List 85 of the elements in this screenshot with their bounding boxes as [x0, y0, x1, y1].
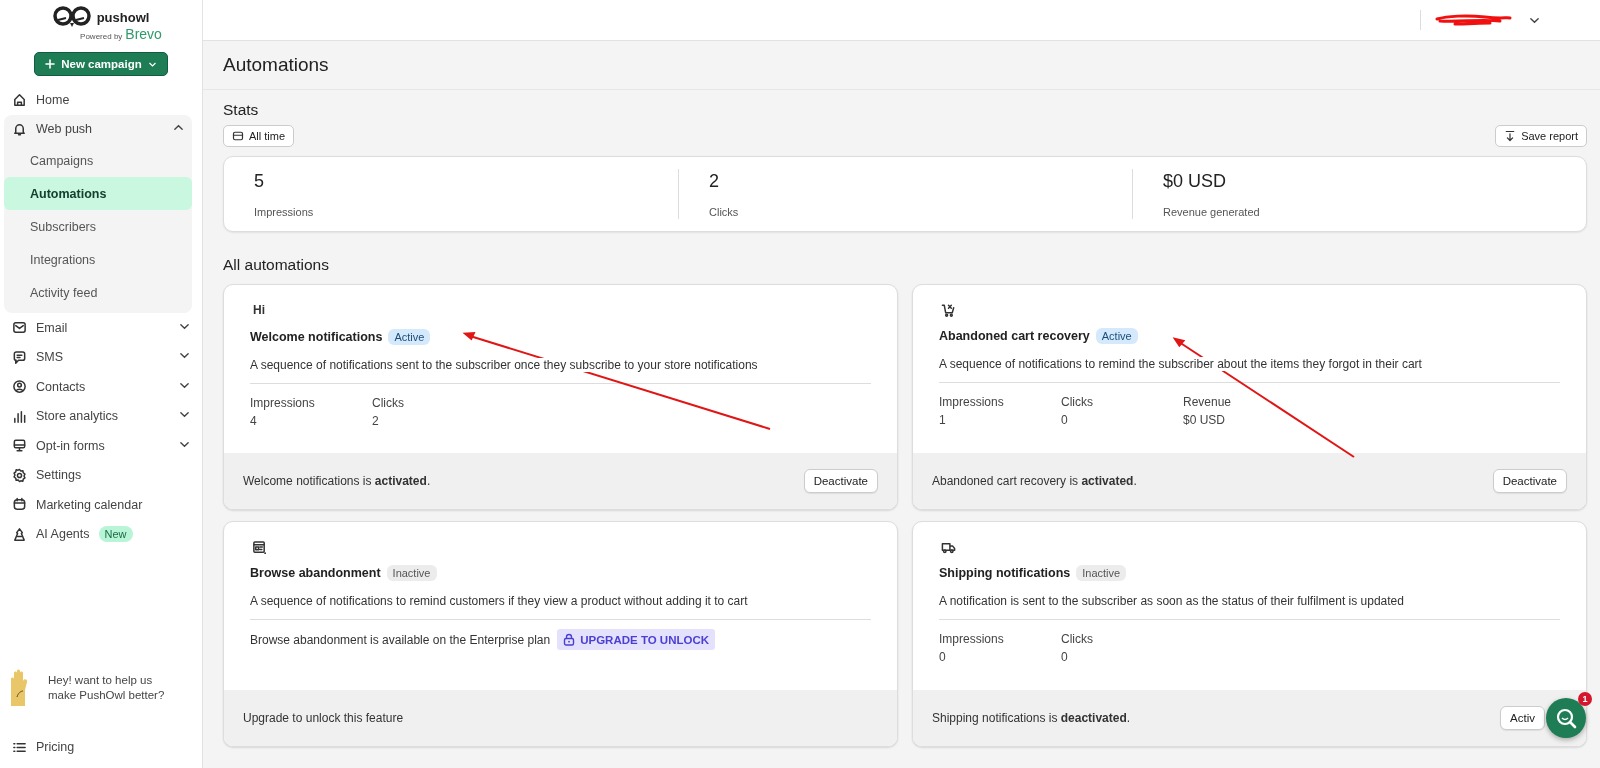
truck-icon	[941, 540, 956, 555]
sidebar-subitem[interactable]: Campaigns	[4, 144, 192, 177]
brand-tagline: Powered by	[80, 32, 123, 41]
sidebar-item[interactable]: Email	[36, 320, 68, 335]
sidebar-item[interactable]: Store analytics	[36, 409, 118, 424]
metric-value: 2	[372, 414, 380, 428]
status-badge: Inactive	[1076, 565, 1127, 581]
mail-icon	[12, 320, 27, 336]
home-icon	[12, 92, 27, 108]
sidebar-subitem[interactable]: Integrations	[4, 243, 192, 276]
sidebar-item[interactable]: Home	[36, 92, 70, 107]
sidebar-subitem[interactable]: Automations	[4, 177, 192, 210]
metric-label: Clicks	[1061, 632, 1094, 646]
sidebar-subitem[interactable]: Subscribers	[4, 210, 192, 243]
person-icon	[12, 379, 27, 395]
automation-description: A sequence of notifications to remind the subscriber about the items they forgot in their cart	[939, 357, 1422, 371]
stat-value: $0 USD	[1163, 170, 1228, 192]
monitor-icon	[12, 438, 27, 454]
new-campaign-button[interactable]: New campaign	[34, 52, 168, 76]
sidebar-item[interactable]: Web push	[36, 122, 93, 137]
automation-icon: Hi	[253, 303, 871, 319]
sidebar-item[interactable]: Pricing	[36, 740, 75, 755]
status-badge: Inactive	[386, 565, 437, 581]
sidebar-item[interactable]: Settings	[36, 468, 82, 483]
metric-label: Impressions	[250, 396, 316, 410]
deactivate-button[interactable]: Deactivate	[1492, 469, 1567, 493]
browser-icon	[252, 540, 267, 555]
automation-description: A sequence of notifications sent to the subscriber once they subscribe to your store notifications	[250, 358, 758, 372]
status-message: Shipping notifications is deactivated.	[932, 711, 1131, 725]
metric-value: 0	[1061, 650, 1069, 664]
metric-label: Clicks	[1061, 395, 1094, 409]
feedback-prompt[interactable]: Hey! want to help us make PushOwl better?	[48, 672, 168, 703]
gear-icon	[12, 467, 27, 483]
calendar-icon	[232, 130, 244, 142]
section-title: Stats	[223, 101, 260, 119]
new-badge: New	[98, 526, 133, 543]
sidebar-item[interactable]: SMS	[36, 350, 64, 365]
automation-title: Browse abandonment	[250, 566, 381, 580]
download-icon	[1504, 130, 1517, 142]
metric-label: Clicks	[372, 396, 405, 410]
metric-label: Impressions	[939, 395, 1005, 409]
upgrade-button[interactable]: UPGRADE TO UNLOCK	[557, 629, 716, 650]
sidebar-item[interactable]: Opt-in forms	[36, 438, 105, 453]
bell-icon	[12, 121, 27, 137]
automation-description: A notification is sent to the subscriber as soon as the status of their fulfilment is updated	[939, 594, 1404, 608]
lock-icon	[563, 633, 576, 646]
automation-title: Welcome notifications	[250, 330, 383, 344]
stat-label: Clicks	[709, 205, 740, 218]
status-badge: Active	[388, 329, 431, 345]
deactivate-button[interactable]: Deactivate	[803, 469, 878, 493]
metric-value: 1	[939, 413, 947, 427]
status-message: Upgrade to unlock this feature	[243, 711, 404, 725]
status-badge: Active	[1095, 328, 1138, 344]
automation-title: Abandoned cart recovery	[939, 329, 1090, 343]
stat-value: 5	[254, 170, 265, 192]
save-report-button[interactable]: Save report	[1495, 125, 1587, 147]
brand-name: pushowl	[96, 9, 150, 25]
metric-value: 0	[1061, 413, 1069, 427]
stat-label: Revenue generated	[1163, 205, 1261, 218]
stat-label: Impressions	[254, 205, 315, 218]
stat-value: 2	[709, 170, 720, 192]
page-title: Automations	[203, 41, 1600, 90]
status-message: Abandoned cart recovery is activated.	[932, 474, 1137, 488]
bars-icon	[12, 408, 27, 424]
metric-value: 0	[939, 650, 947, 664]
sidebar-subitem[interactable]: Activity feed	[4, 276, 192, 309]
metric-value: $0 USD	[1183, 413, 1227, 427]
sidebar-item[interactable]: Marketing calendar	[36, 497, 143, 512]
cart-icon	[941, 303, 956, 318]
owl-logo-icon	[52, 6, 91, 28]
metric-label: Revenue	[1183, 395, 1233, 409]
activate-button[interactable]: Activ	[1500, 706, 1545, 730]
calendar-icon	[12, 497, 27, 513]
sidebar-item[interactable]: Contacts	[36, 379, 86, 394]
partner-brand: Brevo	[125, 26, 162, 42]
plus-icon	[45, 59, 56, 69]
section-title: All automations	[223, 256, 330, 274]
sidebar-item[interactable]: AI Agents	[36, 527, 90, 542]
automation-title: Shipping notifications	[939, 566, 1071, 580]
status-message: Welcome notifications is activated.	[243, 474, 431, 488]
metric-value: 4	[250, 414, 258, 428]
plan-note: Browse abandonment is available on the Enterprise plan	[250, 632, 551, 647]
automation-description: A sequence of notifications to remind customers if they view a product without adding it to cart	[250, 594, 748, 608]
date-range-button[interactable]: All time	[223, 125, 295, 147]
metric-label: Impressions	[939, 632, 1005, 646]
